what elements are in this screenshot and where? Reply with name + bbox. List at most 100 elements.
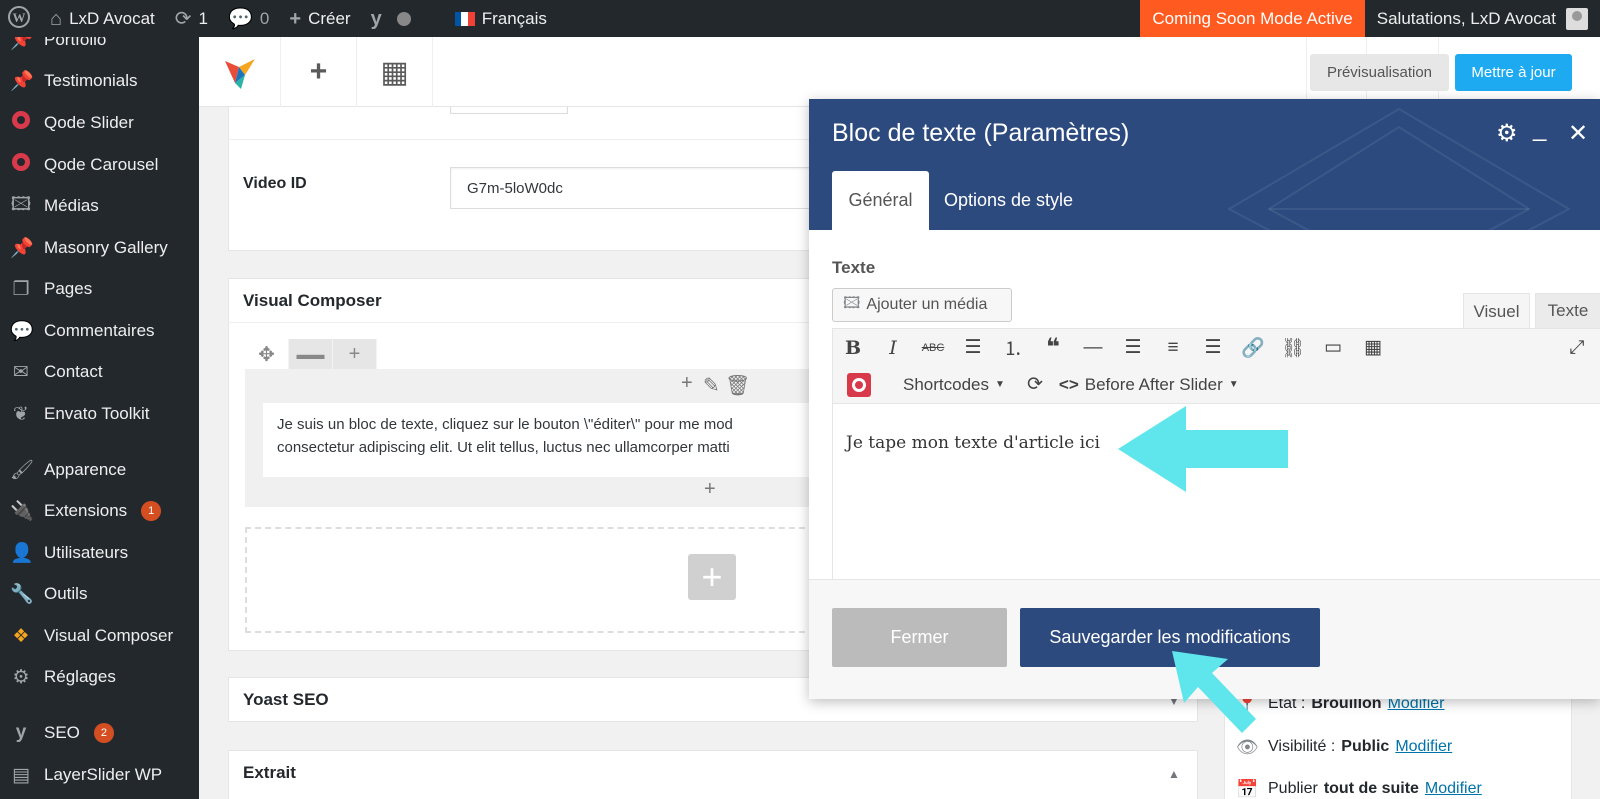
edit-visibility-link[interactable]: Modifier [1395,738,1452,756]
wrench-icon: 🔧 [10,584,34,605]
yoast-link[interactable]: y [361,0,421,37]
visibility-label: Visibilité : [1268,738,1336,755]
sidebar-item-masonry-gallery[interactable]: 📌 Masonry Gallery [0,231,199,265]
minimize-icon[interactable]: _ [1533,115,1546,143]
sidebar-item-label: Envato Toolkit [44,404,150,423]
comment-icon: 💬 [10,321,34,342]
refresh-icon[interactable]: ⟳ [1015,373,1055,396]
add-row-button[interactable]: + [688,554,736,600]
yoast-panel-title: Yoast SEO [243,690,329,709]
sidebar-item-extensions[interactable]: 🔌 Extensions 1 [0,494,199,528]
bullet-list-icon[interactable]: ☰ [953,336,993,359]
add-element-icon[interactable]: + [704,478,716,501]
italic-icon[interactable]: I [873,337,913,359]
add-media-button[interactable]: 🖾 Ajouter un média [832,288,1012,322]
new-label: Créer [308,8,351,28]
sidebar-item-envato-toolkit[interactable]: ❦ Envato Toolkit [0,397,199,431]
link-icon[interactable]: 🔗 [1233,336,1273,360]
align-right-icon[interactable]: ☰ [1193,336,1233,359]
row-layout-icon[interactable]: ▬▬ [289,339,333,369]
strikethrough-icon[interactable]: ABC [913,342,953,354]
shortcodes-dropdown[interactable]: Shortcodes ▼ [903,375,1005,395]
update-button[interactable]: Mettre à jour [1455,54,1572,91]
divider [228,139,810,140]
horizontal-rule-icon[interactable]: — [1073,337,1113,359]
add-column-icon[interactable]: + [333,339,377,369]
layers-icon: ▤ [12,764,30,786]
unlink-icon[interactable]: ⛓ [1273,336,1313,360]
admin-sidebar: 📌 Portfolio 📌 Testimonials Qode Slider Qod… [0,37,199,799]
blockquote-icon[interactable]: ❝ [1033,333,1073,362]
tab-style-options[interactable]: Options de style [944,171,1073,230]
templates-button[interactable]: ▦ [357,37,433,107]
sidebar-item-outils[interactable]: 🔧 Outils [0,577,199,611]
sidebar-item-utilisateurs[interactable]: 👤 Utilisateurs [0,536,199,570]
admin-bar: W ⌂ LxD Avocat ⟳ 1 💬 0 + Créer y Françai… [0,0,1600,37]
sidebar-item-qode-carousel[interactable]: Qode Carousel [0,148,199,182]
vc-text-block[interactable]: Je suis un bloc de texte, cliquez sur le… [263,403,815,477]
plus-icon: + [309,55,328,88]
vc-logo-button[interactable] [199,37,281,107]
close-button[interactable]: Fermer [832,608,1007,667]
add-element-button[interactable]: + [281,37,357,107]
close-icon[interactable]: ✕ [1568,119,1588,148]
wordpress-logo[interactable]: W [0,0,40,37]
sidebar-item-contact[interactable]: ✉ Contact [0,355,199,389]
read-more-icon[interactable]: ▭ [1313,336,1353,359]
move-row-icon[interactable]: ✥ [245,339,289,369]
sidebar-item-qode-slider[interactable]: Qode Slider [0,106,199,140]
site-name-link[interactable]: ⌂ LxD Avocat [40,0,165,37]
sidebar-item-seo[interactable]: y SEO 2 [0,716,199,750]
qode-icon [10,153,32,177]
tab-text[interactable]: Texte [1535,293,1600,329]
expand-arrow-icon[interactable]: ▲ [1168,767,1180,781]
tab-general[interactable]: Général [832,171,929,230]
save-changes-button[interactable]: Sauvegarder les modifications [1020,608,1320,667]
trash-icon[interactable]: 🗑 [725,373,750,398]
sidebar-item-label: Extensions [44,501,128,520]
gear-icon[interactable]: ⚙ [1496,119,1518,148]
toolbar-toggle-icon[interactable]: ▦ [1353,336,1393,359]
edit-publish-time-link[interactable]: Modifier [1425,780,1482,798]
sidebar-item-visual-composer[interactable]: ❖ Visual Composer [0,619,199,653]
sidebar-item-commentaires[interactable]: 💬 Commentaires [0,314,199,348]
sidebar-item-label: Visual Composer [44,626,174,645]
sidebar-item-layerslider[interactable]: ▤ LayerSlider WP [0,758,199,792]
sidebar-item-label: Médias [44,196,99,215]
updates-link[interactable]: ⟳ 1 [165,0,218,37]
add-icon[interactable]: + [681,372,693,395]
tab-visual[interactable]: Visuel [1463,293,1530,329]
numbered-list-icon[interactable]: ⒈ [993,334,1033,361]
fullscreen-icon[interactable]: ⤢ [1557,337,1597,359]
before-after-slider-dropdown[interactable]: <> Before After Slider ▼ [1059,375,1239,395]
sidebar-item-pages[interactable]: ❐ Pages [0,272,199,306]
video-id-input[interactable]: G7m-5loW0dc [450,167,820,209]
align-center-icon[interactable]: ≡ [1153,337,1193,359]
pin-icon: 📌 [10,37,34,51]
new-content-link[interactable]: + Créer [279,0,360,37]
sidebar-item-testimonials[interactable]: 📌 Testimonials [0,64,199,98]
sidebar-item-portfolio[interactable]: 📌 Portfolio [0,37,199,57]
language-switcher[interactable]: Français [445,0,557,37]
bold-icon[interactable]: B [833,337,873,359]
sidebar-item-apparence[interactable]: 🖌 Apparence [0,453,199,487]
preview-button[interactable]: Prévisualisation [1310,54,1449,91]
notification-badge: 2 [93,723,114,743]
sidebar-item-label: Qode Slider [44,113,134,132]
sidebar-item-reglages[interactable]: ⚙ Réglages [0,660,199,694]
excerpt-panel[interactable] [228,750,1198,799]
coming-soon-badge[interactable]: Coming Soon Mode Active [1140,0,1365,37]
comments-link[interactable]: 💬 0 [218,0,279,37]
sidebar-item-medias[interactable]: 🖾 Médias [0,189,199,223]
qode-shortcode-icon[interactable] [833,372,885,397]
yoast-icon: y [15,722,27,743]
modal-title: Bloc de texte (Paramètres) [832,119,1130,147]
pencil-icon[interactable]: ✎ [703,373,720,398]
wordpress-icon: W [8,5,30,32]
sidebar-item-label: Testimonials [44,71,138,90]
plugin-icon: 🔌 [10,501,34,522]
account-menu[interactable]: Salutations, LxD Avocat [1365,0,1600,37]
vc-logo-icon [224,59,255,89]
align-left-icon[interactable]: ☰ [1113,336,1153,359]
text-block-settings-modal: Bloc de texte (Paramètres) ⚙ _ ✕ Général… [809,99,1600,699]
